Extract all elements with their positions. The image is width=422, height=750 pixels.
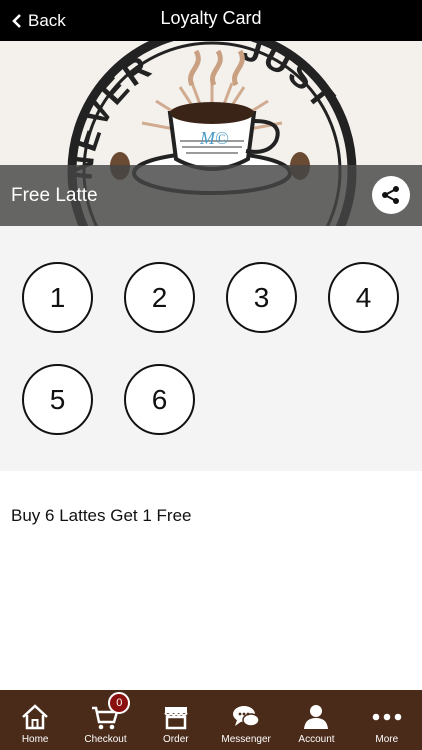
store-icon — [164, 707, 188, 730]
tab-label: Account — [298, 734, 335, 745]
stamp-circle: 5 — [22, 364, 93, 435]
tab-order[interactable]: Order — [141, 690, 211, 750]
stamp-circle: 1 — [22, 262, 93, 333]
tab-label: Checkout — [84, 734, 127, 745]
tab-label: Messenger — [221, 734, 271, 745]
stamp-circle: 2 — [124, 262, 195, 333]
home-icon — [22, 704, 49, 730]
user-icon — [304, 705, 329, 729]
svg-text:M©: M© — [199, 128, 229, 148]
stamp-circle: 6 — [124, 364, 195, 435]
svg-text:JUST: JUST — [238, 41, 344, 118]
stamp-circle: 3 — [226, 262, 297, 333]
tab-more[interactable]: More — [352, 690, 422, 750]
card-description: Buy 6 Lattes Get 1 Free — [11, 506, 192, 525]
tab-label: More — [375, 734, 399, 745]
tab-account[interactable]: Account — [281, 690, 351, 750]
cart-count-badge: 0 — [108, 692, 131, 714]
tab-home[interactable]: Home — [0, 690, 70, 750]
tab-messenger[interactable]: Messenger — [211, 690, 281, 750]
chat-icon — [233, 706, 260, 727]
card-name: Free Latte — [11, 185, 98, 206]
tab-checkout[interactable]: Checkout 0 — [70, 690, 140, 750]
page-title: Loyalty Card — [160, 8, 262, 28]
stamp-circle: 4 — [328, 262, 399, 333]
share-button[interactable] — [372, 176, 410, 214]
share-icon — [382, 186, 399, 204]
more-icon — [372, 713, 402, 721]
tab-label: Home — [21, 734, 49, 745]
top-bar: Back Loyalty Card — [0, 0, 422, 41]
tab-label: Order — [163, 734, 189, 745]
stamp-grid: 1 2 3 4 5 6 — [0, 226, 422, 471]
card-title-overlay: Free Latte — [0, 165, 422, 226]
bottom-tab-bar: Home Checkout 0 Order Messenger Account … — [0, 690, 422, 750]
